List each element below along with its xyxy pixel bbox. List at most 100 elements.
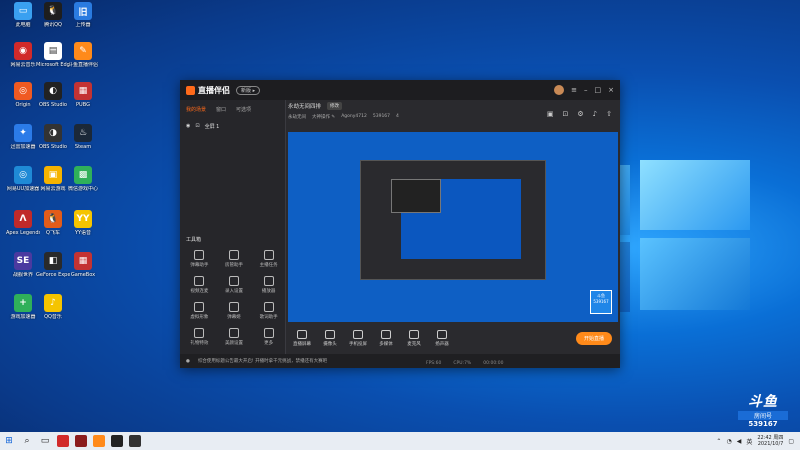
lock-icon[interactable]: ⊡ (563, 110, 569, 118)
tool-icon (228, 276, 239, 286)
tool-item[interactable]: 虚拟形象 (182, 302, 217, 320)
close-icon[interactable]: × (608, 86, 614, 94)
volume-icon[interactable]: ◀ (737, 438, 742, 445)
tool-item[interactable]: 录入设置 (217, 276, 252, 294)
desktop-icon-label: Microsoft Edge (36, 62, 70, 68)
source-button[interactable]: 手机投屏 (344, 329, 372, 347)
desktop-icon[interactable]: ◑ OBS Studio (36, 124, 70, 150)
desktop-icon[interactable]: 旧上传器 (66, 2, 100, 28)
tool-item[interactable]: 弹幕姬 (217, 302, 252, 320)
desktop-icon[interactable]: ▤ Microsoft Edge (36, 42, 70, 68)
desktop-icon-label: 微信游戏中心 (67, 186, 98, 192)
stream-preview[interactable]: 斗鱼 539167 (288, 132, 618, 322)
version-badge[interactable]: 新版 ▸ (236, 85, 261, 95)
desktop-icon[interactable]: ▦ GameBox (66, 252, 100, 278)
chevron-up-icon[interactable]: ⌃ (716, 438, 721, 445)
lock-icon[interactable]: ⊡ (195, 123, 199, 130)
desktop-icon[interactable]: ✎ 斗鱼直播伴侣 (66, 42, 100, 68)
source-button[interactable]: 摄像头 (316, 329, 344, 347)
desktop-app-icon: ▦ (74, 252, 92, 270)
desktop-app-icon: 旧 (74, 2, 92, 20)
tool-label: 房管助手 (224, 263, 243, 268)
desktop-icon[interactable]: ▦ PUBG (66, 82, 100, 108)
gift-icon[interactable]: ▣ (547, 110, 554, 118)
notification-icon[interactable]: ▢ (788, 438, 794, 445)
network-icon[interactable]: ◔ (726, 438, 731, 445)
tool-icon (194, 302, 205, 312)
desktop-icon[interactable]: Λ Apex Legends (6, 210, 40, 236)
source-label: 手机投屏 (349, 341, 367, 347)
desktop-icon-label: OBS Studio (39, 144, 67, 150)
desktop-icon[interactable]: ◎ Origin (6, 82, 40, 108)
tool-item[interactable]: 房管助手 (217, 250, 252, 268)
taskbar-app-netease-icon[interactable] (57, 435, 69, 447)
tool-label: 虚拟形象 (190, 315, 209, 320)
desktop-app-icon: Λ (14, 210, 32, 228)
maximize-icon[interactable]: □ (595, 86, 602, 94)
source-button[interactable]: 多媒体 (372, 329, 400, 347)
timer-stat: 00:00:00 (483, 361, 504, 366)
desktop-icon[interactable]: SE 战舰世界 (6, 252, 40, 278)
eye-icon[interactable]: ◉ (186, 123, 190, 130)
start-live-button[interactable]: 开始直播 (575, 331, 612, 345)
source-button[interactable]: 麦克风 (400, 329, 428, 347)
tool-item[interactable]: 播放器 (251, 276, 286, 294)
tool-icon (194, 328, 205, 338)
edit-title-button[interactable]: 修改 (327, 102, 343, 110)
taskbar-app-obs-icon[interactable] (129, 435, 141, 447)
source-label: 扬声器 (435, 341, 449, 347)
source-button[interactable]: 扬声器 (428, 329, 456, 347)
desktop-icon[interactable]: + 游戏加速器 (6, 294, 40, 320)
menu-icon[interactable]: ≡ (571, 86, 577, 94)
nested-preview-window (391, 179, 441, 213)
search-icon[interactable]: ⌕ (18, 432, 36, 450)
ime-icon[interactable]: 英 (746, 437, 752, 446)
taskview-icon[interactable]: ▭ (36, 432, 54, 450)
clock[interactable]: 22:42 周四 2021/10/7 (757, 435, 783, 447)
desktop-icon[interactable]: 🐧 腾讯QQ (36, 2, 70, 28)
share-icon[interactable]: ⇧ (606, 110, 612, 118)
tool-item[interactable]: 礼物特效 (182, 328, 217, 346)
desktop-app-icon: ▭ (14, 2, 32, 20)
desktop-icon[interactable]: ◐ OBS Studio (36, 82, 70, 108)
taskbar-app-pubg-icon[interactable] (75, 435, 87, 447)
desktop-icon[interactable]: ▭ 此电脑 (6, 2, 40, 28)
tab-options[interactable]: 可选项 (236, 106, 251, 113)
settings-icon[interactable]: ⚙ (577, 110, 583, 118)
bell-icon[interactable]: ♪ (593, 110, 597, 118)
desktop-icon[interactable]: ▩ 微信游戏中心 (66, 166, 100, 192)
start-icon[interactable]: ⊞ (0, 432, 18, 450)
tool-item[interactable]: 主播任务 (251, 250, 286, 268)
desktop-icon[interactable]: ✦ 迅雷加速器 (6, 124, 40, 150)
tool-item[interactable]: 更多 (251, 328, 286, 346)
source-button[interactable]: 直播屏幕 (288, 329, 316, 347)
source-icon (297, 329, 307, 339)
tool-item[interactable]: 美颜设置 (217, 328, 252, 346)
tab-window[interactable]: 窗口 (216, 106, 226, 113)
desktop-icon-label: 此电脑 (15, 22, 31, 28)
desktop-icon[interactable]: ♪ QQ音乐 (36, 294, 70, 320)
tool-label: 主播任务 (259, 263, 278, 268)
tab-scene[interactable]: 我的场景 (186, 106, 206, 113)
watermark-number: 539167 (748, 420, 778, 428)
tool-item[interactable]: 弹幕助手 (182, 250, 217, 268)
desktop-icon[interactable]: ◉ 网易云音乐 (6, 42, 40, 68)
desktop-icon[interactable]: ◧ GeForce Experience (36, 252, 70, 278)
desktop-icon[interactable]: ♨ Steam (66, 124, 100, 150)
tool-icon (263, 302, 274, 312)
desktop-icon[interactable]: ◎ 网易UU加速器 (6, 166, 40, 192)
taskbar-app-douyu-icon[interactable] (93, 435, 105, 447)
desktop-icon-label: 网易云音乐 (10, 62, 36, 68)
tool-label: 录入设置 (224, 289, 243, 294)
minimize-icon[interactable]: – (584, 86, 588, 94)
window-controls: ≡ – □ × (554, 85, 614, 95)
avatar[interactable] (554, 85, 565, 95)
scene-item[interactable]: ◉ ⊡ 全屏 1 (186, 123, 279, 130)
desktop-icon[interactable]: YY YY语音 (66, 210, 100, 236)
desktop-icon[interactable]: 🐧 Q飞车 (36, 210, 70, 236)
desktop-icon[interactable]: ▣ 网易云游戏 (36, 166, 70, 192)
desktop-icon-label: 上传器 (75, 22, 91, 28)
tool-item[interactable]: 视频连麦 (182, 276, 217, 294)
tool-item[interactable]: 歌词助手 (251, 302, 286, 320)
taskbar-app-dark-icon[interactable] (111, 435, 123, 447)
